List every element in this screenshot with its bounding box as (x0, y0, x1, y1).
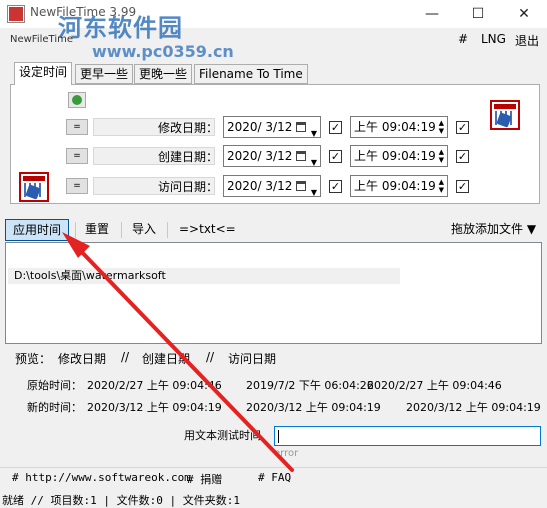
apply-time-button[interactable]: 应用时间 (5, 219, 70, 241)
tab-earlier[interactable]: 更早一些 (75, 64, 134, 84)
menu-hash[interactable]: # (458, 32, 468, 46)
new-access: 2020/3/12 上午 09:04:19 (406, 401, 541, 414)
preview-label: 预览： (15, 352, 52, 366)
test-time-label: 用文本测试时间 (184, 429, 261, 442)
original-create: 2019/7/2 下午 06:04:26 (246, 379, 374, 392)
create-time-value: 上午 09:04:19 (354, 149, 436, 163)
test-time-input[interactable] (274, 426, 541, 446)
status-bar: 就绪 // 项目数:1 | 文件数:0 | 文件夹数:1 (2, 494, 240, 507)
menu-exit[interactable]: 退出 (515, 32, 539, 49)
create-date-checkbox[interactable]: ✓ (329, 150, 342, 163)
access-time-checkbox[interactable]: ✓ (456, 180, 469, 193)
modify-time-value: 上午 09:04:19 (354, 120, 436, 134)
create-time-checkbox[interactable]: ✓ (456, 150, 469, 163)
modify-time-checkbox[interactable]: ✓ (456, 121, 469, 134)
chevron-down-icon: ▼ (310, 158, 317, 167)
copy-modify-button[interactable]: = (66, 119, 88, 135)
calendar-small-icon (296, 151, 306, 161)
modify-date-label: 修改日期： (157, 121, 218, 135)
separator (75, 222, 76, 238)
access-date-label: 访问日期： (157, 180, 218, 194)
create-date-label: 创建日期： (157, 150, 218, 164)
refresh-icon[interactable] (68, 92, 86, 108)
error-text: error (274, 448, 299, 459)
file-list[interactable]: D:\tools\桌面\watermarksoft (5, 242, 542, 344)
app-icon (8, 6, 24, 22)
new-create: 2020/3/12 上午 09:04:19 (246, 401, 381, 414)
access-time-picker[interactable]: 上午 09:04:19 ▲ ▼ (350, 175, 448, 197)
copy-access-button[interactable]: = (66, 178, 88, 194)
minimize-button[interactable]: — (409, 0, 455, 28)
watermark-url: www.pc0359.cn (92, 42, 234, 61)
separator (167, 222, 168, 238)
app-subtitle: NewFileTime (10, 34, 74, 45)
spin-icon[interactable]: ▲ ▼ (439, 178, 444, 194)
maximize-button[interactable]: ☐ (455, 0, 501, 28)
chevron-down-icon: ▼ (310, 129, 317, 138)
modify-date-picker[interactable]: 2020/ 3/12 ▼ (223, 116, 321, 138)
watermark-logo: 河东软件园 (58, 14, 183, 42)
list-item[interactable]: D:\tools\桌面\watermarksoft (8, 268, 400, 284)
modify-time-picker[interactable]: 上午 09:04:19 ▲ ▼ (350, 116, 448, 138)
preview-access: 访问日期 (228, 352, 277, 366)
access-date-picker[interactable]: 2020/ 3/12 ▼ (223, 175, 321, 197)
drag-add-files-dropdown[interactable]: 拖放添加文件 ▼ (444, 219, 543, 241)
preview-modify: 修改日期 (58, 352, 107, 366)
website-link[interactable]: # http://www.softwareok.com (12, 471, 191, 484)
access-time-value: 上午 09:04:19 (354, 179, 436, 193)
spin-icon[interactable]: ▲ ▼ (439, 119, 444, 135)
create-date-value: 2020/ 3/12 (227, 149, 293, 163)
original-access: 2020/2/27 上午 09:04:46 (367, 379, 502, 392)
export-txt-button[interactable]: =>txt<= (172, 219, 243, 241)
original-modify: 2020/2/27 上午 09:04:46 (87, 379, 222, 392)
tab-filename-to-time[interactable]: Filename To Time (194, 64, 308, 84)
new-time-label: 新的时间： (27, 401, 82, 414)
tab-set-time[interactable]: 设定时间 (14, 62, 73, 85)
copy-create-button[interactable]: = (66, 148, 88, 164)
modify-date-checkbox[interactable]: ✓ (329, 121, 342, 134)
calendar-small-icon (296, 181, 306, 191)
modify-date-value: 2020/ 3/12 (227, 120, 293, 134)
create-time-picker[interactable]: 上午 09:04:19 ▲ ▼ (350, 145, 448, 167)
access-date-checkbox[interactable]: ✓ (329, 180, 342, 193)
menu-lng[interactable]: LNG (481, 32, 506, 46)
preview-sep: // (121, 350, 130, 364)
tab-later[interactable]: 更晚一些 (134, 64, 193, 84)
preview-sep: // (206, 350, 215, 364)
separator (121, 222, 122, 238)
chevron-down-icon: ▼ (310, 188, 317, 197)
new-modify: 2020/3/12 上午 09:04:19 (87, 401, 222, 414)
donate-link[interactable]: # 捐赠 (187, 471, 222, 487)
close-button[interactable]: ✕ (501, 0, 547, 28)
access-date-value: 2020/ 3/12 (227, 179, 293, 193)
preview-create: 创建日期 (142, 352, 191, 366)
spin-icon[interactable]: ▲ ▼ (439, 148, 444, 164)
reset-button[interactable]: 重置 (78, 219, 116, 241)
link-bar: # http://www.softwareok.com # 捐赠 # FAQ (0, 467, 547, 489)
calendar-icon[interactable] (490, 100, 520, 130)
import-button[interactable]: 导入 (125, 219, 163, 241)
faq-link[interactable]: # FAQ (258, 471, 291, 484)
calendar-icon[interactable] (19, 172, 49, 202)
create-date-picker[interactable]: 2020/ 3/12 ▼ (223, 145, 321, 167)
original-time-label: 原始时间： (27, 379, 82, 392)
calendar-small-icon (296, 122, 306, 132)
